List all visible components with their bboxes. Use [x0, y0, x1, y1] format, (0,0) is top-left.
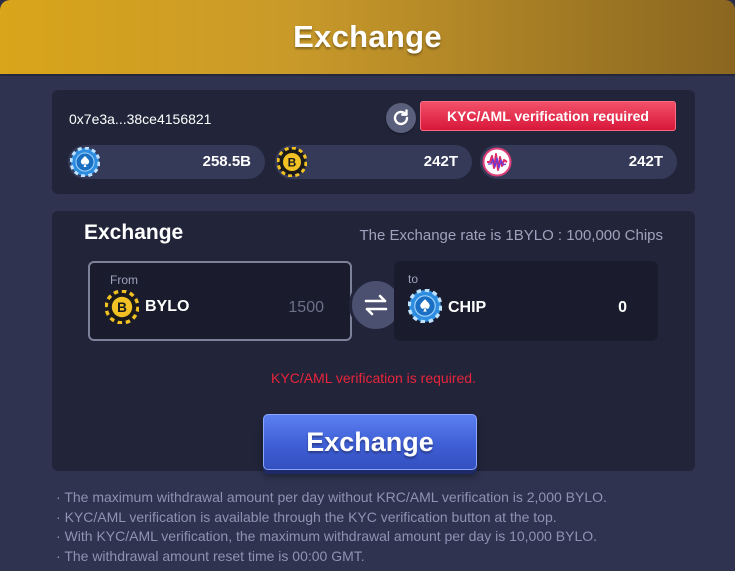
from-label: From: [110, 273, 138, 287]
balance-value: 242T: [423, 153, 458, 170]
from-field[interactable]: From B BYLO 1500: [88, 261, 352, 341]
balance-value: 242T: [628, 153, 663, 170]
refresh-icon: [393, 109, 409, 126]
balance-wave: 242T: [480, 145, 677, 179]
header-bar: Exchange: [0, 0, 735, 74]
exchange-panel: Exchange The Exchange rate is 1BYLO : 10…: [52, 211, 695, 471]
chip-icon: [70, 147, 100, 177]
from-coin-name: BYLO: [145, 298, 190, 315]
to-coin-name: CHIP: [448, 299, 487, 316]
note-item: KYC/AML verification is available throug…: [56, 508, 607, 528]
swap-arrows-icon: [364, 294, 388, 316]
from-amount-input[interactable]: 1500: [288, 299, 324, 317]
exchange-window: Exchange 0x7e3a...38ce4156821 KYC/AML ve…: [0, 0, 735, 571]
to-field: to CHIP 0: [394, 261, 658, 341]
page-title: Exchange: [293, 19, 442, 54]
refresh-button[interactable]: [386, 103, 416, 133]
wave-token-icon: [482, 147, 512, 177]
to-label: to: [408, 272, 419, 286]
balance-value: 258.5B: [202, 153, 251, 170]
svg-text:B: B: [288, 156, 297, 170]
exchange-rate-text: The Exchange rate is 1BYLO : 100,000 Chi…: [359, 227, 663, 244]
kyc-verification-button[interactable]: KYC/AML verification required: [420, 101, 676, 131]
exchange-section-title: Exchange: [84, 221, 184, 244]
to-amount-value: 0: [618, 299, 627, 316]
svg-text:B: B: [117, 300, 127, 315]
notes-list: The maximum withdrawal amount per day wi…: [56, 488, 607, 566]
exchange-button[interactable]: Exchange: [263, 414, 477, 470]
balance-bylo: B 242T: [275, 145, 472, 179]
wallet-panel: 0x7e3a...38ce4156821 KYC/AML verificatio…: [52, 90, 695, 194]
note-item: With KYC/AML verification, the maximum w…: [56, 527, 607, 547]
wallet-address: 0x7e3a...38ce4156821: [69, 111, 212, 127]
balance-chip: 258.5B: [68, 145, 265, 179]
chip-icon: [408, 289, 442, 323]
kyc-error-message: KYC/AML verification is required.: [271, 370, 476, 386]
note-item: The maximum withdrawal amount per day wi…: [56, 488, 607, 508]
bylo-coin-icon: B: [277, 147, 307, 177]
note-item: The withdrawal amount reset time is 00:0…: [56, 547, 607, 567]
bylo-coin-icon: B: [105, 290, 139, 324]
